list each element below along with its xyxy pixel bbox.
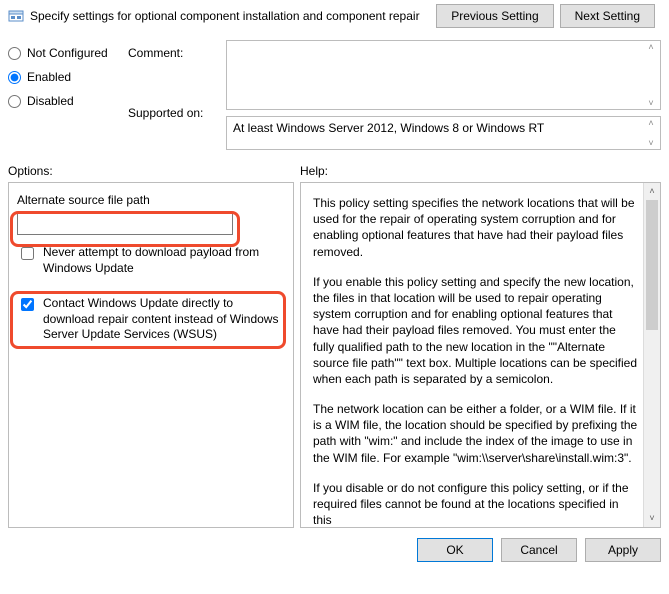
previous-setting-button[interactable]: Previous Setting <box>436 4 553 28</box>
radio-enabled[interactable]: Enabled <box>8 70 120 84</box>
never-download-label: Never attempt to download payload from W… <box>43 245 285 276</box>
radio-enabled-label: Enabled <box>27 70 71 84</box>
highlight-contact-wu <box>10 291 286 349</box>
apply-button[interactable]: Apply <box>585 538 661 562</box>
scroll-down-icon[interactable]: ˅ <box>644 510 660 527</box>
radio-disabled-input[interactable] <box>8 95 21 108</box>
radio-disabled-label: Disabled <box>27 94 74 108</box>
comment-label: Comment: <box>128 46 218 60</box>
radio-not-configured-label: Not Configured <box>27 46 108 60</box>
radio-not-configured[interactable]: Not Configured <box>8 46 120 60</box>
supported-on-label: Supported on: <box>128 106 218 120</box>
scroll-thumb[interactable] <box>646 200 658 330</box>
help-scrollbar[interactable]: ˄ ˅ <box>643 183 660 527</box>
help-paragraph: The network location can be either a fol… <box>313 401 638 466</box>
help-header: Help: <box>300 164 328 178</box>
supported-on-text: At least Windows Server 2012, Windows 8 … <box>226 116 661 150</box>
supported-on-value: At least Windows Server 2012, Windows 8 … <box>233 121 544 135</box>
highlight-alt-path <box>10 211 240 247</box>
radio-not-configured-input[interactable] <box>8 47 21 60</box>
alternate-source-path-label: Alternate source file path <box>17 193 285 207</box>
dialog-title: Specify settings for optional component … <box>30 9 420 23</box>
radio-enabled-input[interactable] <box>8 71 21 84</box>
help-paragraph: This policy setting specifies the networ… <box>313 195 638 260</box>
next-setting-button[interactable]: Next Setting <box>560 4 655 28</box>
scroll-up-icon[interactable]: ˄ <box>644 183 660 200</box>
comment-textarea[interactable]: ˄˅ <box>226 40 661 110</box>
cancel-button[interactable]: Cancel <box>501 538 577 562</box>
radio-disabled[interactable]: Disabled <box>8 94 120 108</box>
help-paragraph: If you disable or do not configure this … <box>313 480 638 528</box>
policy-icon <box>8 8 24 24</box>
never-download-checkbox[interactable] <box>21 247 34 260</box>
ok-button[interactable]: OK <box>417 538 493 562</box>
options-header: Options: <box>8 164 300 178</box>
options-pane: Alternate source file path Never attempt… <box>8 182 294 528</box>
help-pane: This policy setting specifies the networ… <box>300 182 661 528</box>
help-paragraph: If you enable this policy setting and sp… <box>313 274 638 387</box>
